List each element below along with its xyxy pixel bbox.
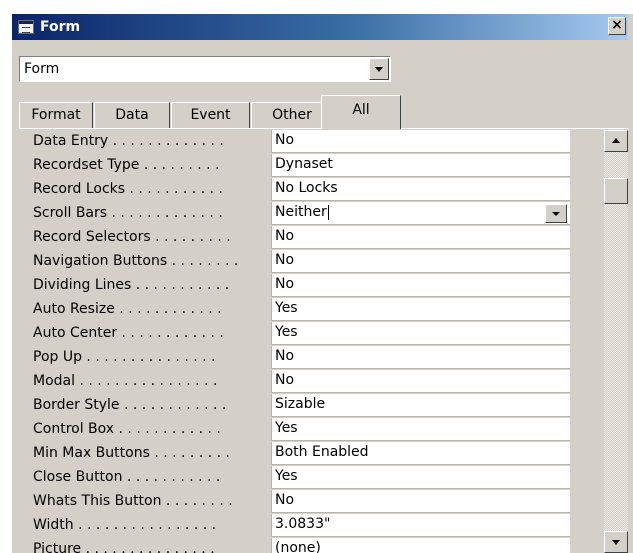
property-value: Yes: [275, 468, 298, 484]
property-value-field[interactable]: Sizable: [271, 394, 570, 417]
property-value: No: [275, 492, 295, 508]
property-value-field[interactable]: Yes: [271, 418, 570, 441]
property-value: No: [275, 276, 295, 292]
property-label: Auto Resize . . . . . . . . . . . .: [33, 301, 222, 317]
close-button[interactable]: ×: [608, 17, 626, 35]
property-row[interactable]: Record Selectors . . . . . . . . . No: [19, 226, 599, 249]
property-row[interactable]: Whats This Button . . . . . . . . No: [19, 490, 599, 513]
property-value: No: [275, 132, 295, 148]
property-label: Modal . . . . . . . . . . . . . . . .: [33, 373, 218, 389]
property-row[interactable]: Dividing Lines . . . . . . . . . . . No: [19, 274, 599, 297]
property-row[interactable]: Auto Center . . . . . . . . . . . . Yes: [19, 322, 599, 345]
property-value-field[interactable]: Yes: [271, 466, 570, 489]
property-value-field[interactable]: Both Enabled: [271, 442, 570, 465]
property-value: Yes: [275, 300, 298, 316]
property-value: No: [275, 252, 295, 268]
property-row[interactable]: Auto Resize . . . . . . . . . . . . Yes: [19, 298, 599, 321]
property-row[interactable]: Record Locks . . . . . . . . . . . No Loc…: [19, 178, 599, 201]
property-label: Data Entry . . . . . . . . . . . . .: [33, 133, 224, 149]
property-label: Navigation Buttons . . . . . . . .: [33, 253, 239, 269]
property-label: Whats This Button . . . . . . . .: [33, 493, 233, 509]
property-row[interactable]: Min Max Buttons . . . . . . . . . Both En…: [19, 442, 599, 465]
property-value: No: [275, 372, 295, 388]
property-value: No Locks: [275, 180, 338, 196]
property-label: Record Selectors . . . . . . . . .: [33, 229, 231, 245]
property-row[interactable]: Border Style . . . . . . . . . . . . Siza…: [19, 394, 599, 417]
text-caret: [327, 204, 329, 220]
property-value: (none): [275, 540, 321, 553]
scroll-thumb[interactable]: [604, 178, 628, 204]
property-value: Neither: [275, 204, 327, 220]
property-value-field[interactable]: No: [271, 490, 570, 513]
property-value-field[interactable]: Dynaset: [271, 154, 570, 177]
object-selector-value: Form: [24, 61, 60, 77]
tab-strip: Format Data Event Other All: [19, 93, 419, 129]
property-value-field[interactable]: (none): [271, 538, 570, 553]
property-label: Close Button . . . . . . . . . . .: [33, 469, 221, 485]
property-value-field[interactable]: Neither: [271, 202, 570, 225]
property-value: Yes: [275, 324, 298, 340]
property-value: Both Enabled: [275, 444, 369, 460]
property-label: Control Box . . . . . . . . . . . .: [33, 421, 221, 437]
property-label: Record Locks . . . . . . . . . . .: [33, 181, 223, 197]
property-value-field[interactable]: No: [271, 274, 570, 297]
property-label: Pop Up . . . . . . . . . . . . . . .: [33, 349, 216, 365]
property-value: No: [275, 348, 295, 364]
property-value-field[interactable]: Yes: [271, 298, 570, 321]
property-label: Scroll Bars . . . . . . . . . . . . .: [33, 205, 223, 221]
property-row[interactable]: Pop Up . . . . . . . . . . . . . . . No: [19, 346, 599, 369]
vertical-scrollbar[interactable]: [604, 130, 628, 553]
property-row[interactable]: Width . . . . . . . . . . . . . . . . 3.0…: [19, 514, 599, 537]
property-value-field[interactable]: No: [271, 130, 570, 153]
top-strip: [0, 0, 633, 14]
property-value-field[interactable]: No Locks: [271, 178, 570, 201]
property-value-field[interactable]: No: [271, 370, 570, 393]
object-selector[interactable]: Form: [19, 56, 391, 82]
property-label: Recordset Type . . . . . . . . .: [33, 157, 220, 173]
property-row[interactable]: Close Button . . . . . . . . . . . Yes: [19, 466, 599, 489]
property-value: Yes: [275, 420, 298, 436]
property-row[interactable]: Scroll Bars . . . . . . . . . . . . . Nei…: [19, 202, 599, 225]
scroll-down-arrow-icon[interactable]: [604, 531, 628, 553]
property-label: Picture . . . . . . . . . . . . . . .: [33, 541, 215, 553]
property-value: No: [275, 228, 295, 244]
property-label: Auto Center . . . . . . . . . . . .: [33, 325, 224, 341]
property-row[interactable]: Recordset Type . . . . . . . . . Dynaset: [19, 154, 599, 177]
property-label: Border Style . . . . . . . . . . . .: [33, 397, 227, 413]
object-selector-dropdown-button[interactable]: [369, 58, 389, 80]
property-row[interactable]: Modal . . . . . . . . . . . . . . . . No: [19, 370, 599, 393]
form-properties-icon: [18, 20, 34, 34]
property-value-field[interactable]: 3.0833": [271, 514, 570, 537]
property-row[interactable]: Navigation Buttons . . . . . . . . No: [19, 250, 599, 273]
property-list: Data Entry . . . . . . . . . . . . . No Re…: [19, 130, 599, 553]
property-value: Sizable: [275, 396, 326, 412]
title-bar[interactable]: Form ×: [12, 14, 628, 40]
tab-data[interactable]: Data: [94, 102, 170, 128]
tab-all[interactable]: All: [321, 95, 401, 129]
property-label: Min Max Buttons . . . . . . . . .: [33, 445, 230, 461]
property-value-field[interactable]: Yes: [271, 322, 570, 345]
property-value-field[interactable]: No: [271, 346, 570, 369]
scroll-up-arrow-icon[interactable]: [604, 130, 628, 152]
tab-event[interactable]: Event: [171, 102, 250, 128]
property-value: 3.0833": [275, 516, 331, 532]
property-sheet-window: Form × Form Format Data Event Other All …: [0, 0, 633, 553]
property-label: Width . . . . . . . . . . . . . . . .: [33, 517, 217, 533]
property-value: Dynaset: [275, 156, 333, 172]
property-value-field[interactable]: No: [271, 250, 570, 273]
property-row[interactable]: Data Entry . . . . . . . . . . . . . No: [19, 130, 599, 153]
tab-format[interactable]: Format: [19, 102, 93, 128]
property-value-field[interactable]: No: [271, 226, 570, 249]
property-row[interactable]: Picture . . . . . . . . . . . . . . . (no…: [19, 538, 599, 553]
window-title: Form: [40, 19, 81, 35]
property-row[interactable]: Control Box . . . . . . . . . . . . Yes: [19, 418, 599, 441]
property-label: Dividing Lines . . . . . . . . . . .: [33, 277, 230, 293]
dropdown-arrow-icon[interactable]: [545, 204, 567, 223]
left-edge: [0, 14, 12, 553]
